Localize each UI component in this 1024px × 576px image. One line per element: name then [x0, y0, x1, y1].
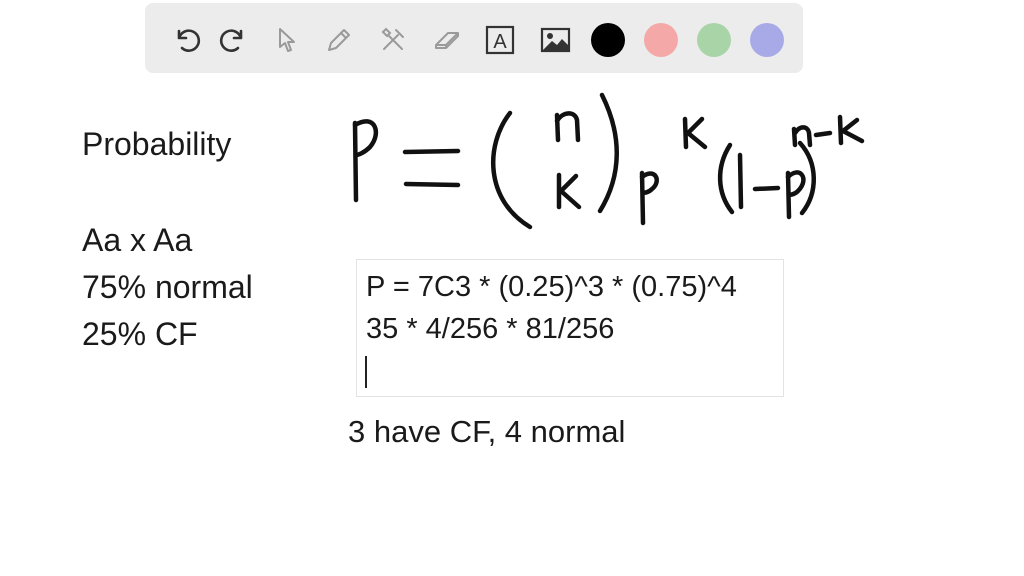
color-swatch-pink[interactable]: [644, 23, 678, 57]
undo-icon: [177, 29, 201, 52]
pen-button[interactable]: [319, 20, 359, 60]
color-swatch-black[interactable]: [591, 23, 625, 57]
select-pointer-icon: [279, 28, 295, 52]
tools-icon: [381, 27, 404, 50]
undo-button[interactable]: [167, 20, 207, 60]
text-cursor: [365, 356, 367, 388]
normal-percent-note: 75% normal: [82, 269, 253, 305]
color-swatch-lavender[interactable]: [750, 23, 784, 57]
eraser-button[interactable]: [427, 20, 467, 60]
textbox-line-formula: P = 7C3 * (0.25)^3 * (0.75)^4: [366, 271, 737, 303]
color-swatch-green[interactable]: [697, 23, 731, 57]
pen-icon: [328, 29, 350, 51]
cf-percent-note: 25% CF: [82, 316, 198, 352]
svg-text:A: A: [493, 31, 507, 53]
text-tool-icon: A: [485, 25, 515, 55]
redo-button[interactable]: [213, 20, 253, 60]
eraser-icon: [435, 32, 459, 49]
handwritten-binomial-formula: [352, 92, 865, 230]
cross-note: Aa x Aa: [82, 222, 193, 258]
text-tool-button[interactable]: A: [480, 20, 520, 60]
outcome-note: 3 have CF, 4 normal: [348, 414, 626, 449]
drawing-toolbar: A: [145, 3, 803, 73]
redo-icon: [219, 29, 243, 52]
textbox-line-calculation: 35 * 4/256 * 81/256: [366, 313, 615, 345]
image-button[interactable]: [535, 20, 575, 60]
probability-title: Probability: [82, 126, 232, 162]
select-button[interactable]: [267, 20, 307, 60]
image-icon: [540, 27, 571, 53]
text-box[interactable]: P = 7C3 * (0.25)^3 * (0.75)^4 35 * 4/256…: [356, 259, 784, 397]
tools-button[interactable]: [373, 20, 413, 60]
